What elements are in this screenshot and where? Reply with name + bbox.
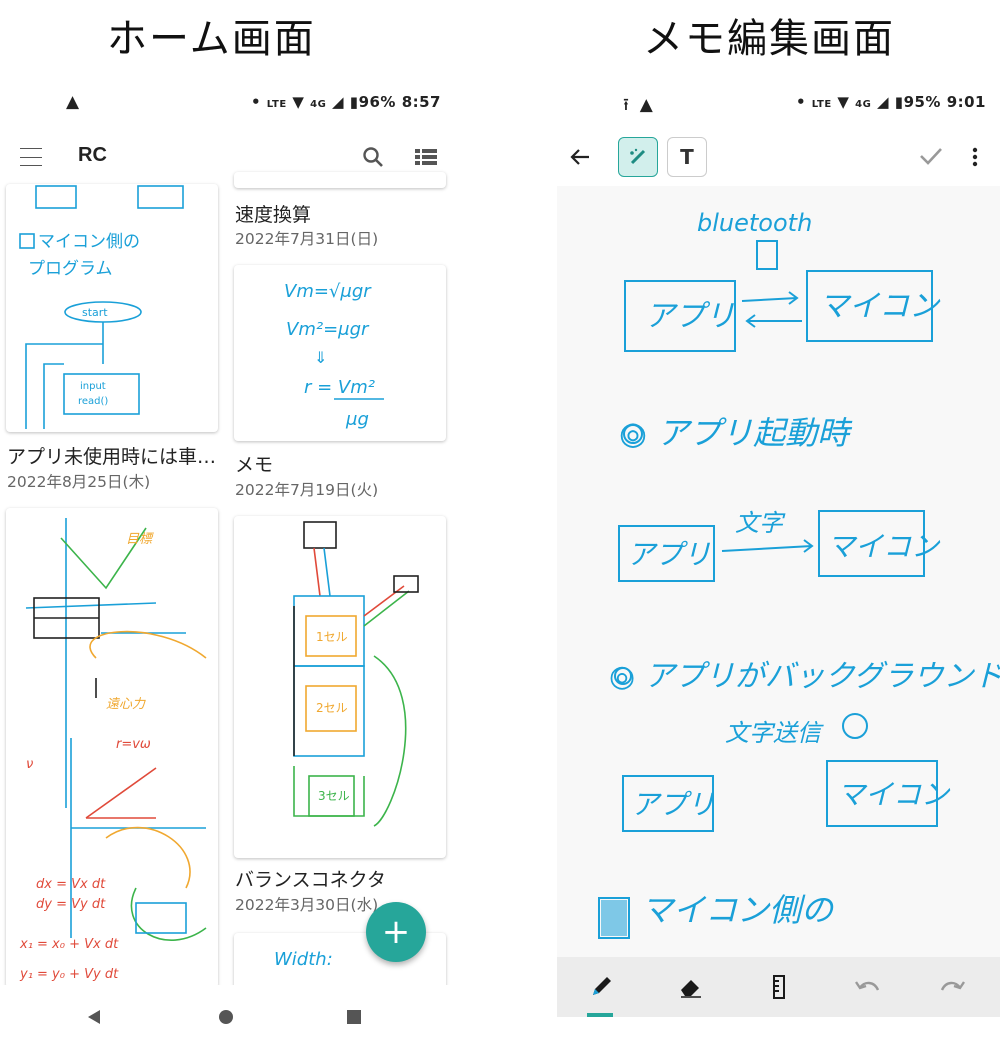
handwriting-drawing: Vm=√μgr Vm²=μgr ⇓ r = Vm² μg bbox=[284, 281, 384, 430]
svg-text:dx = Vx dt: dx = Vx dt bbox=[36, 877, 106, 892]
hw-text: マイコン側の bbox=[641, 891, 835, 929]
add-note-fab[interactable]: + bbox=[366, 902, 426, 962]
hw-text: μg bbox=[345, 409, 369, 430]
editor-screen: ⭱ ▲ • LTE ▼ 4G ◢ ▮95% 9:01 T bluetooth ア… bbox=[557, 80, 1000, 1043]
status-bar: ▲ • LTE ▼ 4G ◢ ▮96% 8:57 bbox=[0, 80, 455, 124]
hw-text: ◎ アプリがバックグラウンド bbox=[609, 659, 1000, 694]
hw-text: マイコン bbox=[827, 530, 941, 563]
hw-text: input bbox=[80, 381, 106, 392]
warning-icon: ▲ bbox=[66, 92, 80, 112]
hw-text: Vm=√μgr bbox=[284, 281, 372, 302]
hw-text: ◎ アプリ起動時 bbox=[619, 414, 853, 452]
pen-icon[interactable] bbox=[585, 971, 617, 1003]
more-vert-icon[interactable] bbox=[965, 144, 985, 170]
system-navbar bbox=[0, 985, 455, 1043]
view-list-icon[interactable] bbox=[414, 146, 438, 168]
eraser-icon[interactable] bbox=[675, 971, 707, 1003]
svg-text:dy = Vy dt: dy = Vy dt bbox=[36, 897, 106, 912]
note-card-1[interactable]: マイコン側の プログラム start input read() bbox=[6, 184, 218, 432]
status-bar: ⭱ ▲ • LTE ▼ 4G ◢ ▮95% 9:01 bbox=[557, 80, 1000, 124]
search-icon[interactable] bbox=[360, 144, 386, 170]
handwriting-drawing: 1セル 2セル 3セル bbox=[293, 521, 419, 827]
app-title: RC bbox=[78, 144, 107, 166]
handwriting-drawing: マイコン側の プログラム start input read() bbox=[19, 185, 184, 429]
note-title[interactable]: 速度換算 bbox=[235, 200, 311, 227]
home-screen-caption: ホーム画面 bbox=[107, 16, 316, 62]
hw-text: start bbox=[82, 306, 108, 319]
volte-icon: LTE bbox=[266, 99, 287, 110]
drawing-toolbar bbox=[557, 957, 1000, 1017]
hw-text: アプリ bbox=[627, 538, 711, 571]
recents-square-icon[interactable] bbox=[346, 1009, 362, 1025]
hw-text: r = Vm² bbox=[304, 377, 375, 398]
hw-label: 1セル bbox=[316, 630, 348, 644]
ruler-icon[interactable] bbox=[763, 971, 795, 1003]
status-right: • LTE ▼ 4G ◢ ▮95% 9:01 bbox=[795, 93, 986, 111]
check-icon[interactable] bbox=[917, 142, 945, 170]
hw-text: アプリ bbox=[631, 788, 715, 821]
status-right: • LTE ▼ 4G ◢ ▮96% 8:57 bbox=[250, 93, 441, 111]
svg-text:r=vω: r=vω bbox=[116, 737, 151, 752]
hw-text: マイコン bbox=[837, 778, 951, 811]
home-circle-icon[interactable] bbox=[218, 1009, 234, 1025]
note-date: 2022年7月31日(日) bbox=[235, 230, 379, 248]
home-screen: ▲ • LTE ▼ 4G ◢ ▮96% 8:57 RC マイコン側の プログラム… bbox=[0, 80, 455, 1043]
handwriting-drawing: ν dx = Vx dt dy = Vy dt x₁ = x₀ + Vx dt … bbox=[19, 518, 207, 982]
warning-icon: ▲ bbox=[639, 95, 653, 115]
hw-label: 3セル bbox=[318, 789, 350, 803]
hw-label: 2セル bbox=[316, 701, 348, 715]
arrow-down-glyph: ⇓ bbox=[314, 348, 327, 367]
hw-text: 文字 bbox=[735, 509, 786, 537]
menu-icon[interactable] bbox=[18, 144, 44, 170]
drawing-canvas[interactable]: bluetooth アプリ マイコン ◎ アプリ起動時 アプリ 文字 マイコン … bbox=[557, 186, 1000, 967]
note-card-speed-top[interactable] bbox=[234, 172, 446, 188]
hw-text: read() bbox=[78, 396, 108, 407]
note-card-memo[interactable]: Vm=√μgr Vm²=μgr ⇓ r = Vm² μg bbox=[234, 265, 446, 441]
editor-screen-caption: メモ編集画面 bbox=[643, 16, 895, 62]
back-arrow-icon[interactable] bbox=[567, 144, 593, 170]
note-date: 2022年7月19日(火) bbox=[235, 481, 379, 499]
text-mode-icon[interactable]: T bbox=[667, 137, 707, 177]
hw-text: プログラム bbox=[28, 259, 113, 279]
hw-text: マイコン側の bbox=[38, 232, 140, 252]
svg-text:y₁ = y₀ + Vy dt: y₁ = y₀ + Vy dt bbox=[19, 967, 119, 982]
active-tool-indicator bbox=[587, 1013, 613, 1017]
redo-icon[interactable] bbox=[937, 971, 969, 1003]
note-date: 2022年8月25日(木) bbox=[7, 473, 151, 491]
undo-icon[interactable] bbox=[851, 971, 883, 1003]
note-title[interactable]: バランスコネクタ bbox=[235, 865, 386, 892]
note-card-balance[interactable]: 1セル 2セル 3セル bbox=[234, 516, 446, 858]
upload-icon: ⭱ bbox=[623, 95, 629, 115]
hw-text: マイコン bbox=[819, 289, 941, 324]
hw-text: アプリ bbox=[645, 299, 735, 334]
svg-text:目標: 目標 bbox=[126, 532, 155, 547]
hw-text: Width: bbox=[274, 949, 333, 970]
note-title[interactable]: メモ bbox=[235, 450, 273, 477]
svg-text:遠心力: 遠心力 bbox=[106, 697, 146, 712]
back-triangle-icon[interactable] bbox=[86, 1009, 102, 1025]
svg-text:ν: ν bbox=[26, 757, 33, 772]
hw-text: Vm²=μgr bbox=[286, 319, 370, 340]
hw-text: 文字送信 bbox=[725, 719, 824, 747]
note-title[interactable]: アプリ未使用時には車… bbox=[7, 442, 223, 469]
hw-text: bluetooth bbox=[697, 209, 812, 237]
brush-mode-icon[interactable] bbox=[618, 137, 658, 177]
note-date: 2022年3月30日(水) bbox=[235, 896, 379, 914]
status-left-icons: ⭱ ▲ bbox=[623, 92, 653, 121]
handwriting-drawing: bluetooth アプリ マイコン ◎ アプリ起動時 アプリ 文字 マイコン … bbox=[598, 209, 1000, 939]
note-card-2[interactable]: ν dx = Vx dt dy = Vy dt x₁ = x₀ + Vx dt … bbox=[6, 508, 218, 988]
svg-text:x₁ = x₀ + Vx dt: x₁ = x₀ + Vx dt bbox=[19, 937, 119, 952]
